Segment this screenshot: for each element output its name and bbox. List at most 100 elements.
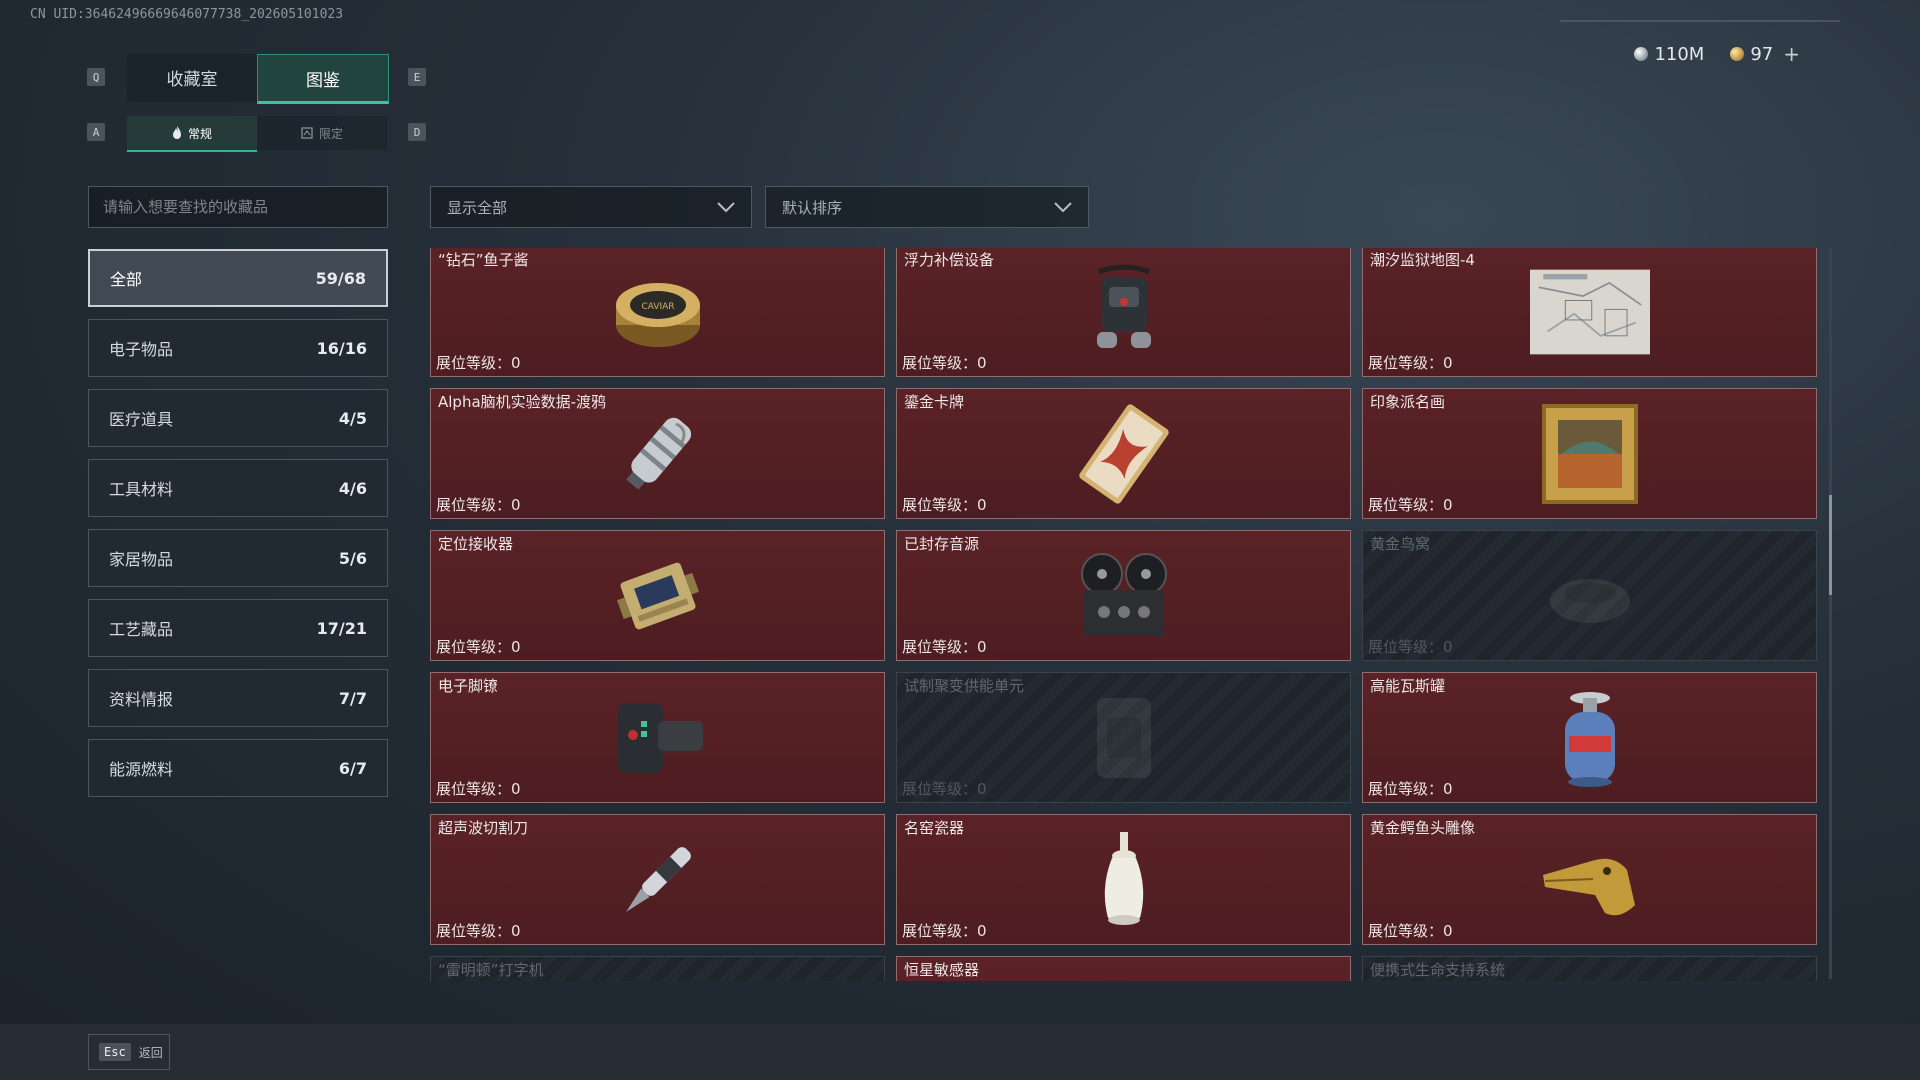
category-electronics[interactable]: 电子物品 16/16 [88,319,388,377]
silver-currency: 110M [1634,44,1704,65]
prev-subtab-key[interactable]: A [87,123,105,141]
category-crafts[interactable]: 工艺藏品 17/21 [88,599,388,657]
category-household[interactable]: 家居物品 5/6 [88,529,388,587]
item-card[interactable]: 潮汐监狱地图-4 展位等级：0 [1362,248,1817,377]
gold-crocodile-icon [1530,830,1650,930]
item-card[interactable]: 已封存音源 展位等级：0 [896,530,1351,661]
item-level: 展位等级：0 [1368,638,1453,656]
next-subtab-key[interactable]: D [408,123,426,141]
item-card[interactable]: 超声波切割刀 展位等级：0 [430,814,885,945]
item-name: 高能瓦斯罐 [1370,677,1446,695]
chevron-down-icon [717,202,735,213]
item-card-locked[interactable]: 便携式生命支持系统 [1362,956,1817,981]
scrollbar-thumb[interactable] [1829,495,1832,595]
caviar-tin-icon: CAVIAR [598,262,718,362]
porcelain-vase-icon [1064,830,1184,930]
gold-currency: 97 + [1730,42,1800,66]
typewriter-icon [598,972,718,982]
limited-icon [301,127,313,139]
map-icon [1529,262,1650,362]
category-count: 59/68 [315,268,366,288]
gas-canister-icon [1530,688,1650,788]
category-medical[interactable]: 医疗道具 4/5 [88,389,388,447]
bottom-bar [0,1024,1920,1080]
category-intel[interactable]: 资料情报 7/7 [88,669,388,727]
item-name: 超声波切割刀 [438,819,529,837]
category-all[interactable]: 全部 59/68 [88,249,388,307]
item-name: “雷明顿”打字机 [438,961,544,979]
item-name: 试制聚变供能单元 [904,677,1025,695]
add-currency-button[interactable]: + [1783,42,1800,66]
item-card[interactable]: 定位接收器 展位等级：0 [430,530,885,661]
item-level: 展位等级：0 [902,496,987,514]
item-card-locked[interactable]: 试制聚变供能单元 展位等级：0 [896,672,1351,803]
category-count: 4/5 [338,408,367,428]
currency-bar: 110M 97 + [1634,42,1800,66]
item-card[interactable]: 电子脚镣 展位等级：0 [430,672,885,803]
item-level: 展位等级：0 [436,638,521,656]
sort-dropdown[interactable]: 默认排序 [765,186,1089,228]
item-card-locked[interactable]: “雷明顿”打字机 [430,956,885,981]
painting-icon [1530,403,1650,504]
uid-text: CN UID:36462496669646077738_202605101023 [30,7,344,22]
esc-key: Esc [99,1043,131,1061]
category-tools[interactable]: 工具材料 4/6 [88,459,388,517]
filter-dropdown[interactable]: 显示全部 [430,186,752,228]
item-level: 展位等级：0 [902,354,987,372]
category-label: 电子物品 [109,340,174,359]
item-name: 定位接收器 [438,535,514,553]
item-level: 展位等级：0 [1368,780,1453,798]
silver-amount: 110M [1654,43,1705,65]
data-canister-icon [598,404,718,504]
item-level: 展位等级：0 [436,354,521,372]
item-card[interactable]: 鎏金卡牌 展位等级：0 [896,388,1351,519]
item-card[interactable]: 浮力补偿设备 展位等级：0 [896,248,1351,377]
item-name: 黄金鳄鱼头雕像 [1370,819,1476,837]
item-grid: “钻石”鱼子酱 CAVIAR 展位等级：0 浮力补偿设备 展位等级：0 潮汐监狱… [430,248,1818,981]
subtab-regular[interactable]: 常规 [127,116,257,152]
item-name: 已封存音源 [904,535,980,553]
item-level: 展位等级：0 [436,496,521,514]
category-energy[interactable]: 能源燃料 6/7 [88,739,388,797]
subtab-limited-label: 限定 [318,126,343,141]
next-tab-key[interactable]: E [408,68,426,86]
gps-receiver-icon [598,546,718,646]
fusion-unit-icon [1064,688,1184,788]
item-card[interactable]: 名窑瓷器 展位等级：0 [896,814,1351,945]
item-name: 便携式生命支持系统 [1370,961,1506,979]
grid-scrollbar[interactable] [1829,248,1832,979]
item-name: 恒星敏感器 [904,961,980,979]
category-label: 工具材料 [109,480,174,499]
item-level: 展位等级：0 [902,638,987,656]
item-card[interactable]: 印象派名画 展位等级：0 [1362,388,1817,519]
item-card[interactable]: 高能瓦斯罐 展位等级：0 [1362,672,1817,803]
item-card[interactable]: Alpha脑机实验数据-渡鸦 展位等级：0 [430,388,885,519]
category-label: 能源燃料 [109,760,174,779]
star-sensor-icon [1064,972,1184,982]
search-input[interactable] [88,186,388,228]
tab-collection-room[interactable]: 收藏室 [127,54,257,102]
sub-tabs: 常规 限定 [127,116,387,152]
category-count: 4/6 [338,478,367,498]
item-card-locked[interactable]: 黄金鸟窝 展位等级：0 [1362,530,1817,661]
reel-recorder-icon [1064,546,1184,646]
subtab-regular-label: 常规 [187,126,212,141]
item-card[interactable]: “钻石”鱼子酱 CAVIAR 展位等级：0 [430,248,885,377]
item-level: 展位等级：0 [902,780,987,798]
prev-tab-key[interactable]: Q [87,68,105,86]
gilded-card-icon [1064,403,1184,504]
back-button[interactable]: Esc 返回 [88,1034,170,1070]
item-name: 印象派名画 [1370,393,1446,411]
buoyancy-device-icon [1064,262,1184,362]
gold-coin-icon [1730,47,1745,61]
category-label: 工艺藏品 [109,620,174,639]
category-count: 7/7 [338,688,367,708]
item-card[interactable]: 恒星敏感器 [896,956,1351,981]
item-card[interactable]: 黄金鳄鱼头雕像 展位等级：0 [1362,814,1817,945]
tab-codex[interactable]: 图鉴 [257,54,389,104]
category-label: 资料情报 [109,690,174,709]
chevron-down-icon [1054,202,1072,213]
category-count: 5/6 [338,548,367,568]
item-level: 展位等级：0 [902,922,987,940]
subtab-limited[interactable]: 限定 [257,116,387,150]
